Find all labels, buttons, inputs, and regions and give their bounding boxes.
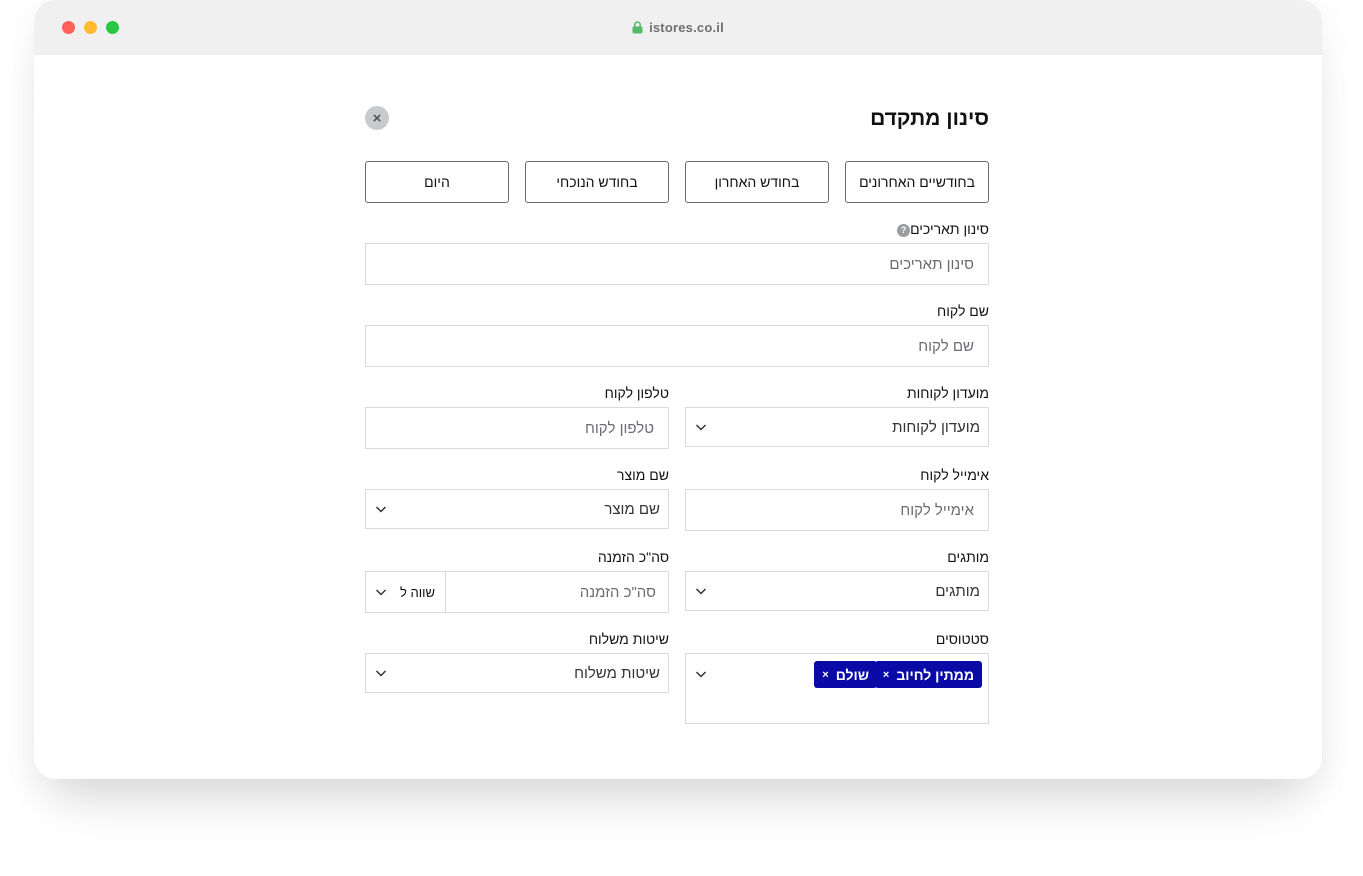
filter-today-button[interactable]: היום: [365, 161, 509, 203]
status-tag-label: שולם: [835, 666, 869, 683]
chevron-down-icon: [694, 667, 708, 681]
shipping-label: שיטות משלוח: [588, 631, 669, 647]
help-icon[interactable]: ?: [897, 224, 911, 237]
brands-select[interactable]: מותגים: [685, 571, 989, 611]
status-tag-label: ממתין לחיוב: [896, 666, 974, 683]
order-total-label: סה"כ הזמנה: [597, 549, 669, 565]
filter-current-month-button[interactable]: בחודש הנוכחי: [525, 161, 669, 203]
browser-window: istores.co.il: [34, 0, 1322, 779]
dates-label: סינון תאריכים?: [896, 221, 989, 237]
remove-tag-icon[interactable]: ×: [822, 669, 828, 681]
brands-value: מותגים: [935, 582, 980, 600]
chevron-down-icon: [694, 420, 708, 434]
dates-input[interactable]: סינון תאריכים: [365, 243, 989, 285]
shipping-value: שיטות משלוח: [574, 664, 660, 682]
product-name-value: שם מוצר: [604, 500, 660, 518]
customer-phone-label: טלפון לקוח: [604, 385, 669, 401]
filter-last-two-months-button[interactable]: בחודשיים האחרונים: [845, 161, 989, 203]
status-tag: שולם ×: [814, 661, 877, 688]
close-icon[interactable]: ×: [365, 106, 389, 130]
chevron-down-icon: [374, 666, 388, 680]
product-name-label: שם מוצר: [617, 467, 669, 483]
browser-titlebar: istores.co.il: [34, 0, 1322, 55]
order-total-operator-select[interactable]: שווה ל: [366, 572, 446, 612]
chevron-down-icon: [694, 584, 708, 598]
customer-email-label: אימייל לקוח: [920, 467, 989, 483]
customer-name-input[interactable]: שם לקוח: [365, 325, 989, 367]
customer-phone-input[interactable]: טלפון לקוח: [365, 407, 669, 449]
customer-club-value: מועדון לקוחות: [892, 418, 980, 436]
chevron-down-icon: [374, 502, 388, 516]
panel-title: סינון מתקדם: [870, 107, 989, 130]
url-text: istores.co.il: [649, 20, 724, 35]
operator-value: שווה ל: [400, 584, 435, 600]
customer-name-label: שם לקוח: [937, 303, 989, 319]
order-total-group: סה"כ הזמנה שווה ל: [365, 571, 669, 613]
customer-club-select[interactable]: מועדון לקוחות: [685, 407, 989, 447]
status-tag: ממתין לחיוב ×: [874, 661, 982, 688]
product-name-select[interactable]: שם מוצר: [365, 489, 669, 529]
remove-tag-icon[interactable]: ×: [883, 669, 889, 681]
chevron-down-icon: [374, 585, 388, 599]
brands-label: מותגים: [947, 549, 989, 565]
order-total-input[interactable]: סה"כ הזמנה: [446, 572, 668, 612]
shipping-select[interactable]: שיטות משלוח: [365, 653, 669, 693]
statuses-label: סטטוסים: [935, 631, 989, 647]
customer-club-label: מועדון לקוחות: [906, 385, 989, 401]
statuses-multiselect[interactable]: ממתין לחיוב × שולם ×: [685, 653, 989, 724]
lock-icon: [632, 21, 643, 37]
filter-last-month-button[interactable]: בחודש האחרון: [685, 161, 829, 203]
customer-email-input[interactable]: אימייל לקוח: [685, 489, 989, 531]
address-bar[interactable]: istores.co.il: [34, 20, 1322, 37]
